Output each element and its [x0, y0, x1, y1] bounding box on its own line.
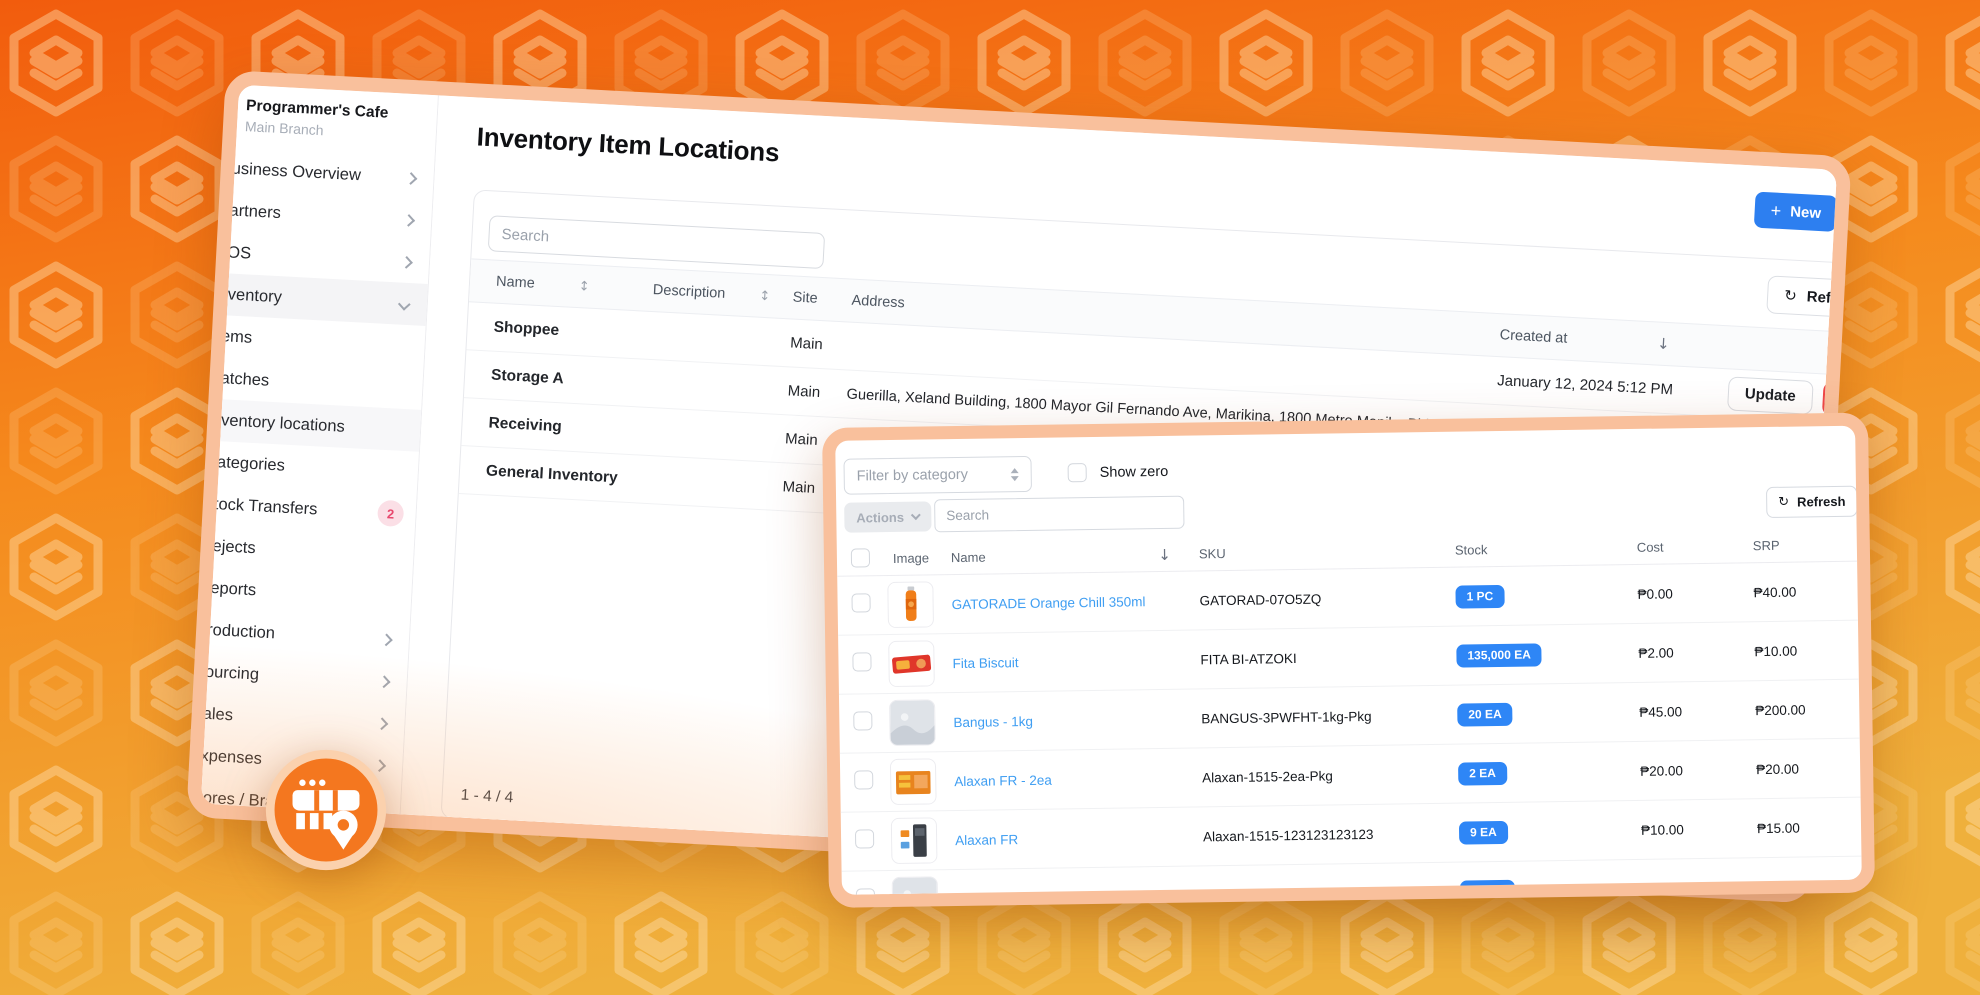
select-arrows-icon [1011, 468, 1019, 481]
chevron-down-icon [398, 297, 411, 310]
plus-icon: + [1770, 200, 1782, 222]
update-button[interactable]: Update [1727, 376, 1814, 414]
stock-badge: 135,000 EA [1456, 643, 1542, 667]
chevron-right-icon [405, 172, 418, 185]
product-thumbnail [891, 817, 938, 864]
items-window: Filter by category Show zero Actions ↻ R… [822, 412, 1875, 907]
notification-badge: 2 [377, 500, 404, 527]
row-checkbox[interactable] [854, 770, 873, 789]
actions-button[interactable]: Actions [844, 501, 931, 532]
row-checkbox[interactable] [855, 829, 874, 848]
storefront-logo-badge[interactable] [264, 748, 388, 872]
medicine-box-image [891, 758, 936, 805]
sort-icon[interactable]: ↕ [759, 288, 771, 304]
product-thumbnail [890, 758, 937, 805]
refresh-icon: ↻ [1784, 286, 1798, 305]
product-thumbnail [889, 699, 936, 746]
chevron-right-icon [376, 717, 389, 730]
row-checkbox[interactable] [856, 888, 875, 907]
row-checkbox[interactable] [853, 711, 872, 730]
item-name-link[interactable]: GATORADE Orange Chill 350ml [952, 593, 1200, 612]
stock-badge: 20 EA [1457, 702, 1513, 726]
refresh-button[interactable]: ↻ Refresh [1766, 486, 1858, 518]
row-checkbox[interactable] [852, 652, 871, 671]
sort-icon[interactable]: ↕ [578, 279, 590, 295]
stock-badge: 2 EA [1458, 761, 1507, 785]
chevron-right-icon [402, 214, 415, 227]
stock-badge: 1 PC [1455, 584, 1504, 608]
stock-badge: 9 EA [1459, 820, 1508, 844]
gatorade-bottle-image [888, 581, 933, 628]
product-thumbnail [887, 581, 934, 628]
select-all-checkbox[interactable] [851, 548, 870, 567]
page-title: Inventory Item Locations [476, 121, 780, 168]
item-name-link[interactable]: Bangus - 1kg [953, 711, 1201, 730]
items-table-body: GATORADE Orange Chill 350ml GATORAD-07O5… [837, 562, 1862, 908]
chevron-down-icon [911, 510, 921, 520]
desktop-background: { "theme": { "accent_blue": "#2d7ff0", "… [0, 0, 1980, 995]
chevron-right-icon [400, 256, 413, 269]
refresh-button[interactable]: ↻ Refresh [1766, 275, 1851, 319]
sort-desc-icon[interactable]: ↓ [1657, 335, 1671, 354]
biscuit-pack-image [889, 640, 934, 687]
product-thumbnail [888, 640, 935, 687]
items-search-input[interactable] [934, 496, 1184, 533]
chevron-right-icon [378, 675, 391, 688]
medicine-bottle-dark-image [892, 817, 937, 864]
refresh-icon: ↻ [1778, 495, 1789, 510]
new-location-button[interactable]: + New [1754, 192, 1838, 232]
sort-desc-icon[interactable]: ↓ [1158, 545, 1171, 563]
show-zero-checkbox[interactable] [1068, 463, 1087, 482]
image-placeholder-icon [893, 876, 938, 908]
pagination-label: 1 - 4 / 4 [460, 787, 513, 808]
image-placeholder-icon [890, 699, 935, 746]
product-thumbnail [892, 876, 939, 908]
row-checkbox[interactable] [851, 593, 870, 612]
sidebar: Programmer's Cafe Main Branch Business O… [186, 84, 439, 815]
chevron-right-icon [380, 633, 393, 646]
item-name-link[interactable]: Alaxan FR [955, 829, 1203, 848]
item-name-link[interactable]: Alaxan FR - 2ea [954, 770, 1202, 789]
item-name-link[interactable]: Fita Biscuit [952, 652, 1200, 671]
show-zero-label: Show zero [1100, 463, 1169, 480]
category-filter-select[interactable]: Filter by category [843, 456, 1032, 495]
